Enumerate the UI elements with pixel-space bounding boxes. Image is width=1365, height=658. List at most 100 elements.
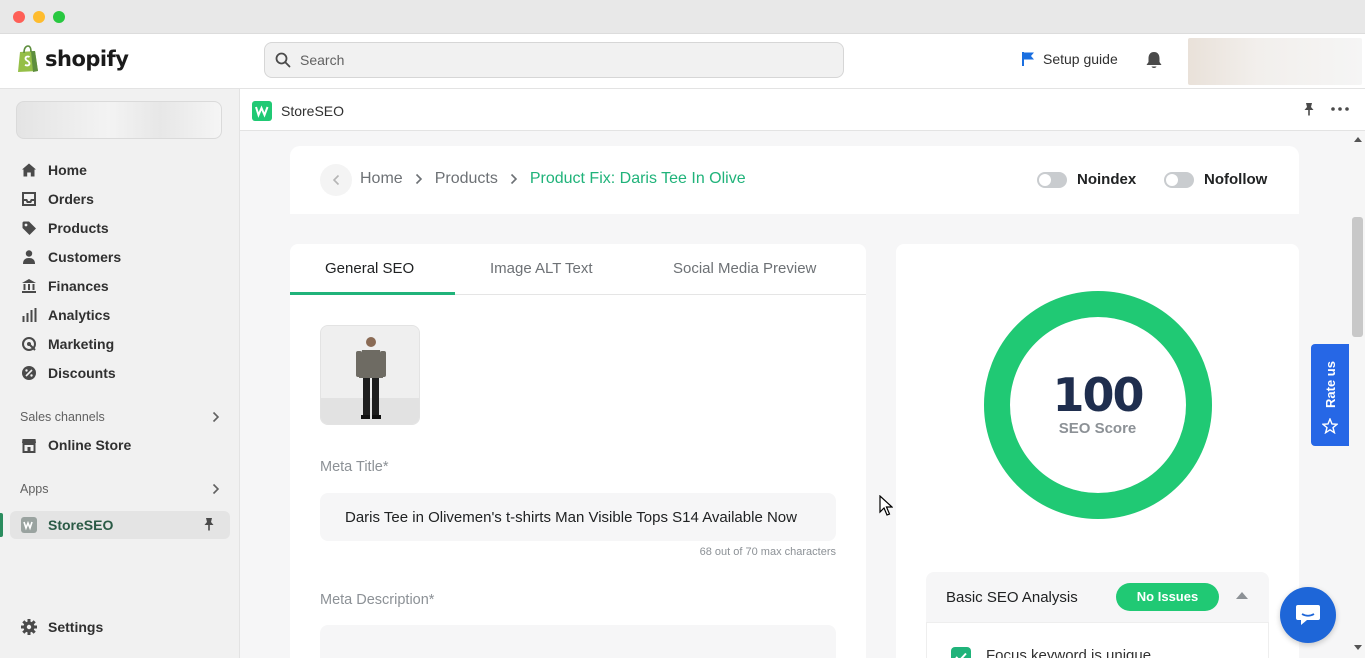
search-bar[interactable] xyxy=(264,42,844,78)
nofollow-toggle[interactable]: Nofollow xyxy=(1164,171,1267,188)
maximize-window-button[interactable] xyxy=(53,11,65,23)
pin-icon[interactable] xyxy=(1303,102,1315,116)
online-store-icon xyxy=(20,436,38,454)
noindex-label: Noindex xyxy=(1077,171,1137,188)
analytics-bars-icon xyxy=(20,306,38,324)
sidebar-item-label: Finances xyxy=(48,278,109,294)
app-title-text: StoreSEO xyxy=(281,103,345,119)
minimize-window-button[interactable] xyxy=(33,11,45,23)
scroll-thumb[interactable] xyxy=(1352,217,1363,337)
products-tag-icon xyxy=(20,219,38,237)
customers-icon xyxy=(20,248,38,266)
chevron-right-icon xyxy=(510,173,518,185)
search-input[interactable] xyxy=(300,52,800,68)
apps-label: Apps xyxy=(20,482,49,496)
scroll-up-arrow-icon[interactable] xyxy=(1354,137,1362,142)
storeseo-logo-icon xyxy=(252,101,272,121)
breadcrumb: Home Products Product Fix: Daris Tee In … xyxy=(360,170,746,188)
tab-social-media-preview[interactable]: Social Media Preview xyxy=(673,260,816,277)
check-label: Focus keyword is unique xyxy=(986,647,1152,658)
breadcrumb-products[interactable]: Products xyxy=(435,170,498,188)
sidebar-item-label: Settings xyxy=(48,619,104,635)
status-badge: No Issues xyxy=(1116,583,1219,611)
product-image[interactable] xyxy=(320,325,420,425)
noindex-toggle[interactable]: Noindex xyxy=(1037,171,1136,188)
more-options-icon[interactable] xyxy=(1331,107,1349,111)
breadcrumb-current: Product Fix: Daris Tee In Olive xyxy=(529,170,746,187)
setup-guide-button[interactable]: Setup guide xyxy=(1021,51,1118,67)
sidebar-item-online-store[interactable]: Online Store xyxy=(20,432,131,458)
sidebar-item-discounts[interactable]: Discounts xyxy=(20,360,116,386)
check-icon xyxy=(951,647,971,658)
seo-score-card: 100 SEO Score Basic SEO Analysis No Issu… xyxy=(896,244,1299,658)
sidebar-item-products[interactable]: Products xyxy=(20,215,109,241)
star-icon xyxy=(1322,418,1338,434)
sidebar-item-label: Home xyxy=(48,162,87,178)
window-titlebar xyxy=(0,0,1365,34)
meta-description-input[interactable] xyxy=(320,625,836,658)
sidebar-item-customers[interactable]: Customers xyxy=(20,244,121,270)
tab-general-seo[interactable]: General SEO xyxy=(325,260,414,277)
collapse-caret-icon[interactable] xyxy=(1236,592,1248,599)
flag-icon xyxy=(1022,52,1034,66)
basic-seo-analysis-header[interactable]: Basic SEO Analysis No Issues xyxy=(926,572,1269,622)
meta-title-char-count: 68 out of 70 max characters xyxy=(699,546,836,558)
sidebar-item-settings[interactable]: Settings xyxy=(20,614,103,640)
nofollow-switch[interactable] xyxy=(1164,171,1194,188)
app-header: StoreSEO xyxy=(240,89,1365,131)
account-menu-button[interactable] xyxy=(1188,38,1362,85)
sidebar-item-storeseo-row[interactable]: StoreSEO xyxy=(20,512,113,538)
orders-icon xyxy=(20,190,38,208)
active-indicator xyxy=(0,513,3,537)
tab-image-alt-text[interactable]: Image ALT Text xyxy=(490,260,593,277)
apps-header[interactable]: Apps xyxy=(20,482,220,496)
chat-bubble-icon xyxy=(1296,605,1320,625)
sidebar-item-label: Online Store xyxy=(48,437,132,453)
active-tab-indicator xyxy=(290,292,455,295)
notifications-button[interactable] xyxy=(1145,51,1163,73)
meta-title-input[interactable] xyxy=(320,493,836,541)
gear-icon xyxy=(20,618,38,636)
sidebar-item-label: Orders xyxy=(48,191,94,207)
meta-description-label: Meta Description* xyxy=(320,592,435,608)
sales-channels-label: Sales channels xyxy=(20,410,105,424)
discounts-icon xyxy=(20,364,38,382)
sidebar-item-finances[interactable]: Finances xyxy=(20,273,109,299)
pin-app-button[interactable] xyxy=(203,517,215,534)
sidebar-item-marketing[interactable]: Marketing xyxy=(20,331,114,357)
sidebar-item-analytics[interactable]: Analytics xyxy=(20,302,110,328)
chevron-right-icon xyxy=(212,483,220,495)
sidebar-item-home[interactable]: Home xyxy=(20,157,87,183)
rate-us-text-wrap: Rate us xyxy=(1317,352,1343,416)
sidebar-item-orders[interactable]: Orders xyxy=(20,186,94,212)
content-scrollbar[interactable] xyxy=(1350,131,1365,658)
close-window-button[interactable] xyxy=(13,11,25,23)
setup-guide-label: Setup guide xyxy=(1043,51,1118,67)
breadcrumb-card: Home Products Product Fix: Daris Tee In … xyxy=(290,146,1299,214)
seo-form-card: General SEO Image ALT Text Social Media … xyxy=(290,244,866,658)
seo-score-label: SEO Score xyxy=(1058,420,1137,437)
brand-name: shopify xyxy=(45,47,129,71)
home-icon xyxy=(20,161,38,179)
mouse-cursor-icon xyxy=(879,495,893,516)
app-title: StoreSEO xyxy=(252,101,344,121)
shopify-logo[interactable]: shopify xyxy=(16,45,129,73)
meta-title-label: Meta Title* xyxy=(320,459,389,475)
store-selector[interactable] xyxy=(16,101,222,139)
app-actions xyxy=(1303,102,1349,116)
analysis-check-row: Focus keyword is unique xyxy=(926,622,1269,658)
sidebar-item-label: Analytics xyxy=(48,307,111,323)
rate-us-button[interactable]: Rate us xyxy=(1311,344,1349,446)
storeseo-app-icon xyxy=(20,516,38,534)
scroll-down-arrow-icon[interactable] xyxy=(1354,645,1362,650)
noindex-switch[interactable] xyxy=(1037,171,1067,188)
pin-icon xyxy=(204,518,214,531)
chat-button[interactable] xyxy=(1280,587,1336,643)
sidebar-item-label: StoreSEO xyxy=(48,517,114,533)
shopify-bag-icon xyxy=(18,45,38,72)
chevron-left-icon xyxy=(332,174,340,186)
sales-channels-header[interactable]: Sales channels xyxy=(20,410,220,424)
breadcrumb-home[interactable]: Home xyxy=(360,170,403,188)
back-button[interactable] xyxy=(320,164,352,196)
nofollow-label: Nofollow xyxy=(1204,171,1268,188)
